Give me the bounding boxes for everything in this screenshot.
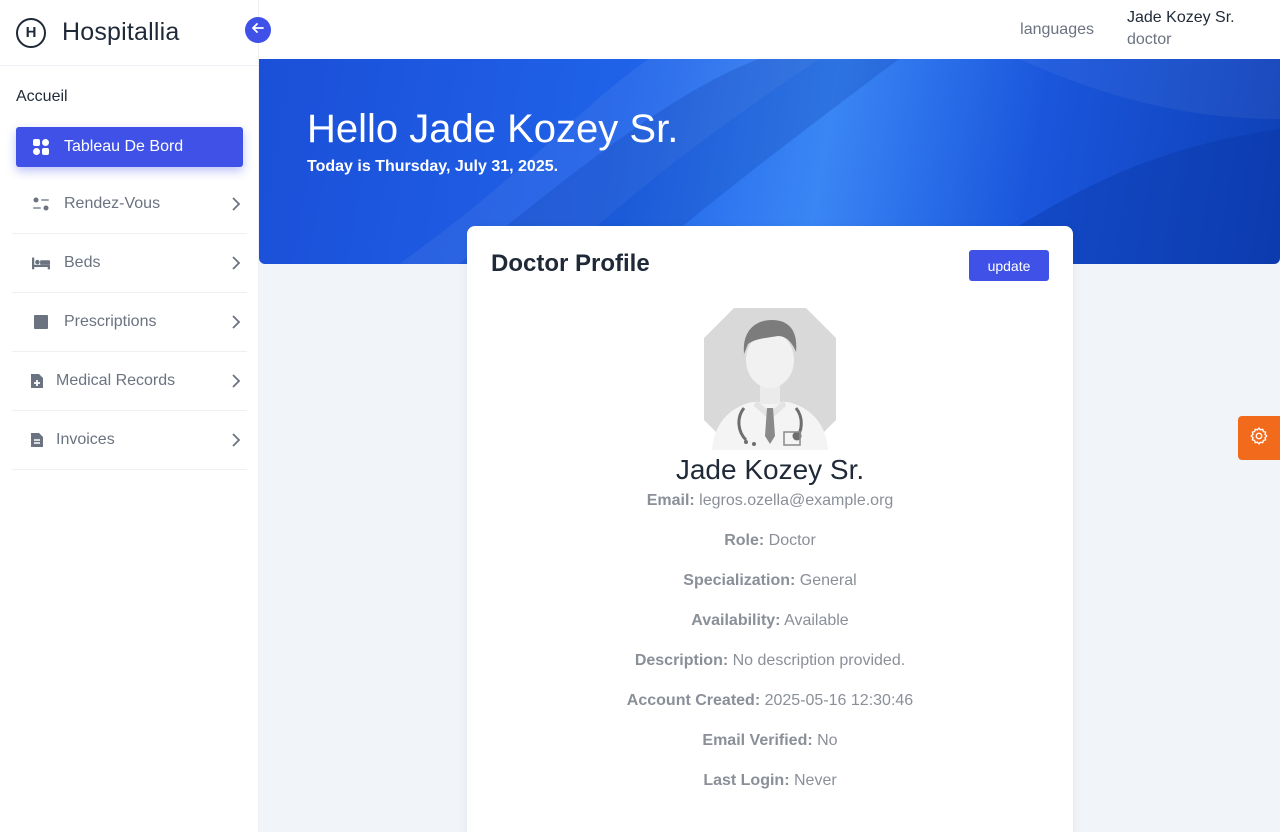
sidebar-item-label: Beds xyxy=(64,254,101,271)
sidebar-item-prescriptions[interactable]: Prescriptions xyxy=(12,293,247,352)
greeting-title: Hello Jade Kozey Sr. xyxy=(307,107,679,151)
field-label: Email Verified: xyxy=(702,732,813,749)
grid-icon xyxy=(32,138,50,156)
gear-icon xyxy=(1249,426,1269,451)
field-label: Availability: xyxy=(691,612,781,629)
sidebar-item-label: Prescriptions xyxy=(64,313,157,330)
sidebar-item-label: Rendez-Vous xyxy=(64,195,161,212)
field-label: Last Login: xyxy=(703,772,790,789)
hospital-logo-icon: H xyxy=(16,17,46,48)
sidebar-item-invoices[interactable]: Invoices xyxy=(12,411,247,470)
file-plus-icon xyxy=(28,372,46,390)
sidebar-nav: Tableau De Bord Rendez-Vous Beds Prescri… xyxy=(12,127,247,470)
chevron-right-icon xyxy=(229,256,243,270)
profile-field-availability: Availability: Available xyxy=(467,612,1073,630)
field-label: Account Created: xyxy=(626,692,761,709)
chevron-right-icon xyxy=(229,197,243,211)
doctor-name: Jade Kozey Sr. xyxy=(675,454,865,485)
field-value: No description provided. xyxy=(732,652,906,669)
sidebar-item-rendez-vous[interactable]: Rendez-Vous xyxy=(12,175,247,234)
square-icon xyxy=(32,313,50,331)
update-button[interactable]: update xyxy=(969,250,1049,281)
arrow-left-icon xyxy=(251,21,265,40)
field-value: General xyxy=(799,572,857,589)
field-label: Email: xyxy=(646,492,695,509)
profile-field-account-created: Account Created: 2025-05-16 12:30:46 xyxy=(467,692,1073,710)
sliders-icon xyxy=(32,195,50,213)
field-value: legros.ozella@example.org xyxy=(699,492,894,509)
app-name: Hospitallia xyxy=(62,18,180,46)
user-name[interactable]: Jade Kozey Sr. xyxy=(1127,9,1235,27)
bed-icon xyxy=(32,254,50,272)
sidebar-item-label: Invoices xyxy=(56,431,115,448)
field-value: Available xyxy=(784,612,849,629)
profile-field-role: Role: Doctor xyxy=(467,532,1073,550)
profile-field-last-login: Last Login: Never xyxy=(467,772,1073,790)
profile-field-specialization: Specialization: General xyxy=(467,572,1073,590)
field-value: Never xyxy=(793,772,837,789)
chevron-right-icon xyxy=(229,315,243,329)
sidebar-item-tableau-de-bord[interactable]: Tableau De Bord xyxy=(16,127,243,167)
chevron-right-icon xyxy=(229,433,243,447)
languages-menu[interactable]: languages xyxy=(1020,21,1094,39)
field-value: Doctor xyxy=(768,532,816,549)
sidebar-item-medical-records[interactable]: Medical Records xyxy=(12,352,247,411)
field-value: No xyxy=(817,732,838,749)
field-value: 2025-05-16 12:30:46 xyxy=(764,692,914,709)
sidebar-item-label: Tableau De Bord xyxy=(64,138,184,155)
profile-field-email: Email: legros.ozella@example.org xyxy=(467,492,1073,510)
collapse-sidebar-button[interactable] xyxy=(245,17,271,43)
settings-button[interactable] xyxy=(1238,416,1280,460)
brand: H Hospitallia xyxy=(0,0,258,66)
user-role: doctor xyxy=(1127,31,1172,48)
sidebar-item-label: Medical Records xyxy=(56,372,176,389)
doctor-avatar xyxy=(704,308,836,450)
topbar: languages Jade Kozey Sr. doctor xyxy=(259,0,1280,59)
card-title: Doctor Profile xyxy=(491,250,650,277)
field-label: Role: xyxy=(724,532,765,549)
field-label: Description: xyxy=(634,652,729,669)
sidebar: H Hospitallia Accueil Tableau De Bord Re… xyxy=(0,0,259,832)
sidebar-section-title: Accueil xyxy=(16,88,68,105)
field-label: Specialization: xyxy=(683,572,796,589)
chevron-right-icon xyxy=(229,374,243,388)
doctor-profile-card: Doctor Profile update Jade Kozey Sr. Ema… xyxy=(467,226,1073,832)
document-icon xyxy=(28,431,46,449)
profile-field-email-verified: Email Verified: No xyxy=(467,732,1073,750)
sidebar-item-beds[interactable]: Beds xyxy=(12,234,247,293)
profile-field-description: Description: No description provided. xyxy=(467,652,1073,670)
today-date: Today is Thursday, July 31, 2025. xyxy=(307,158,559,175)
